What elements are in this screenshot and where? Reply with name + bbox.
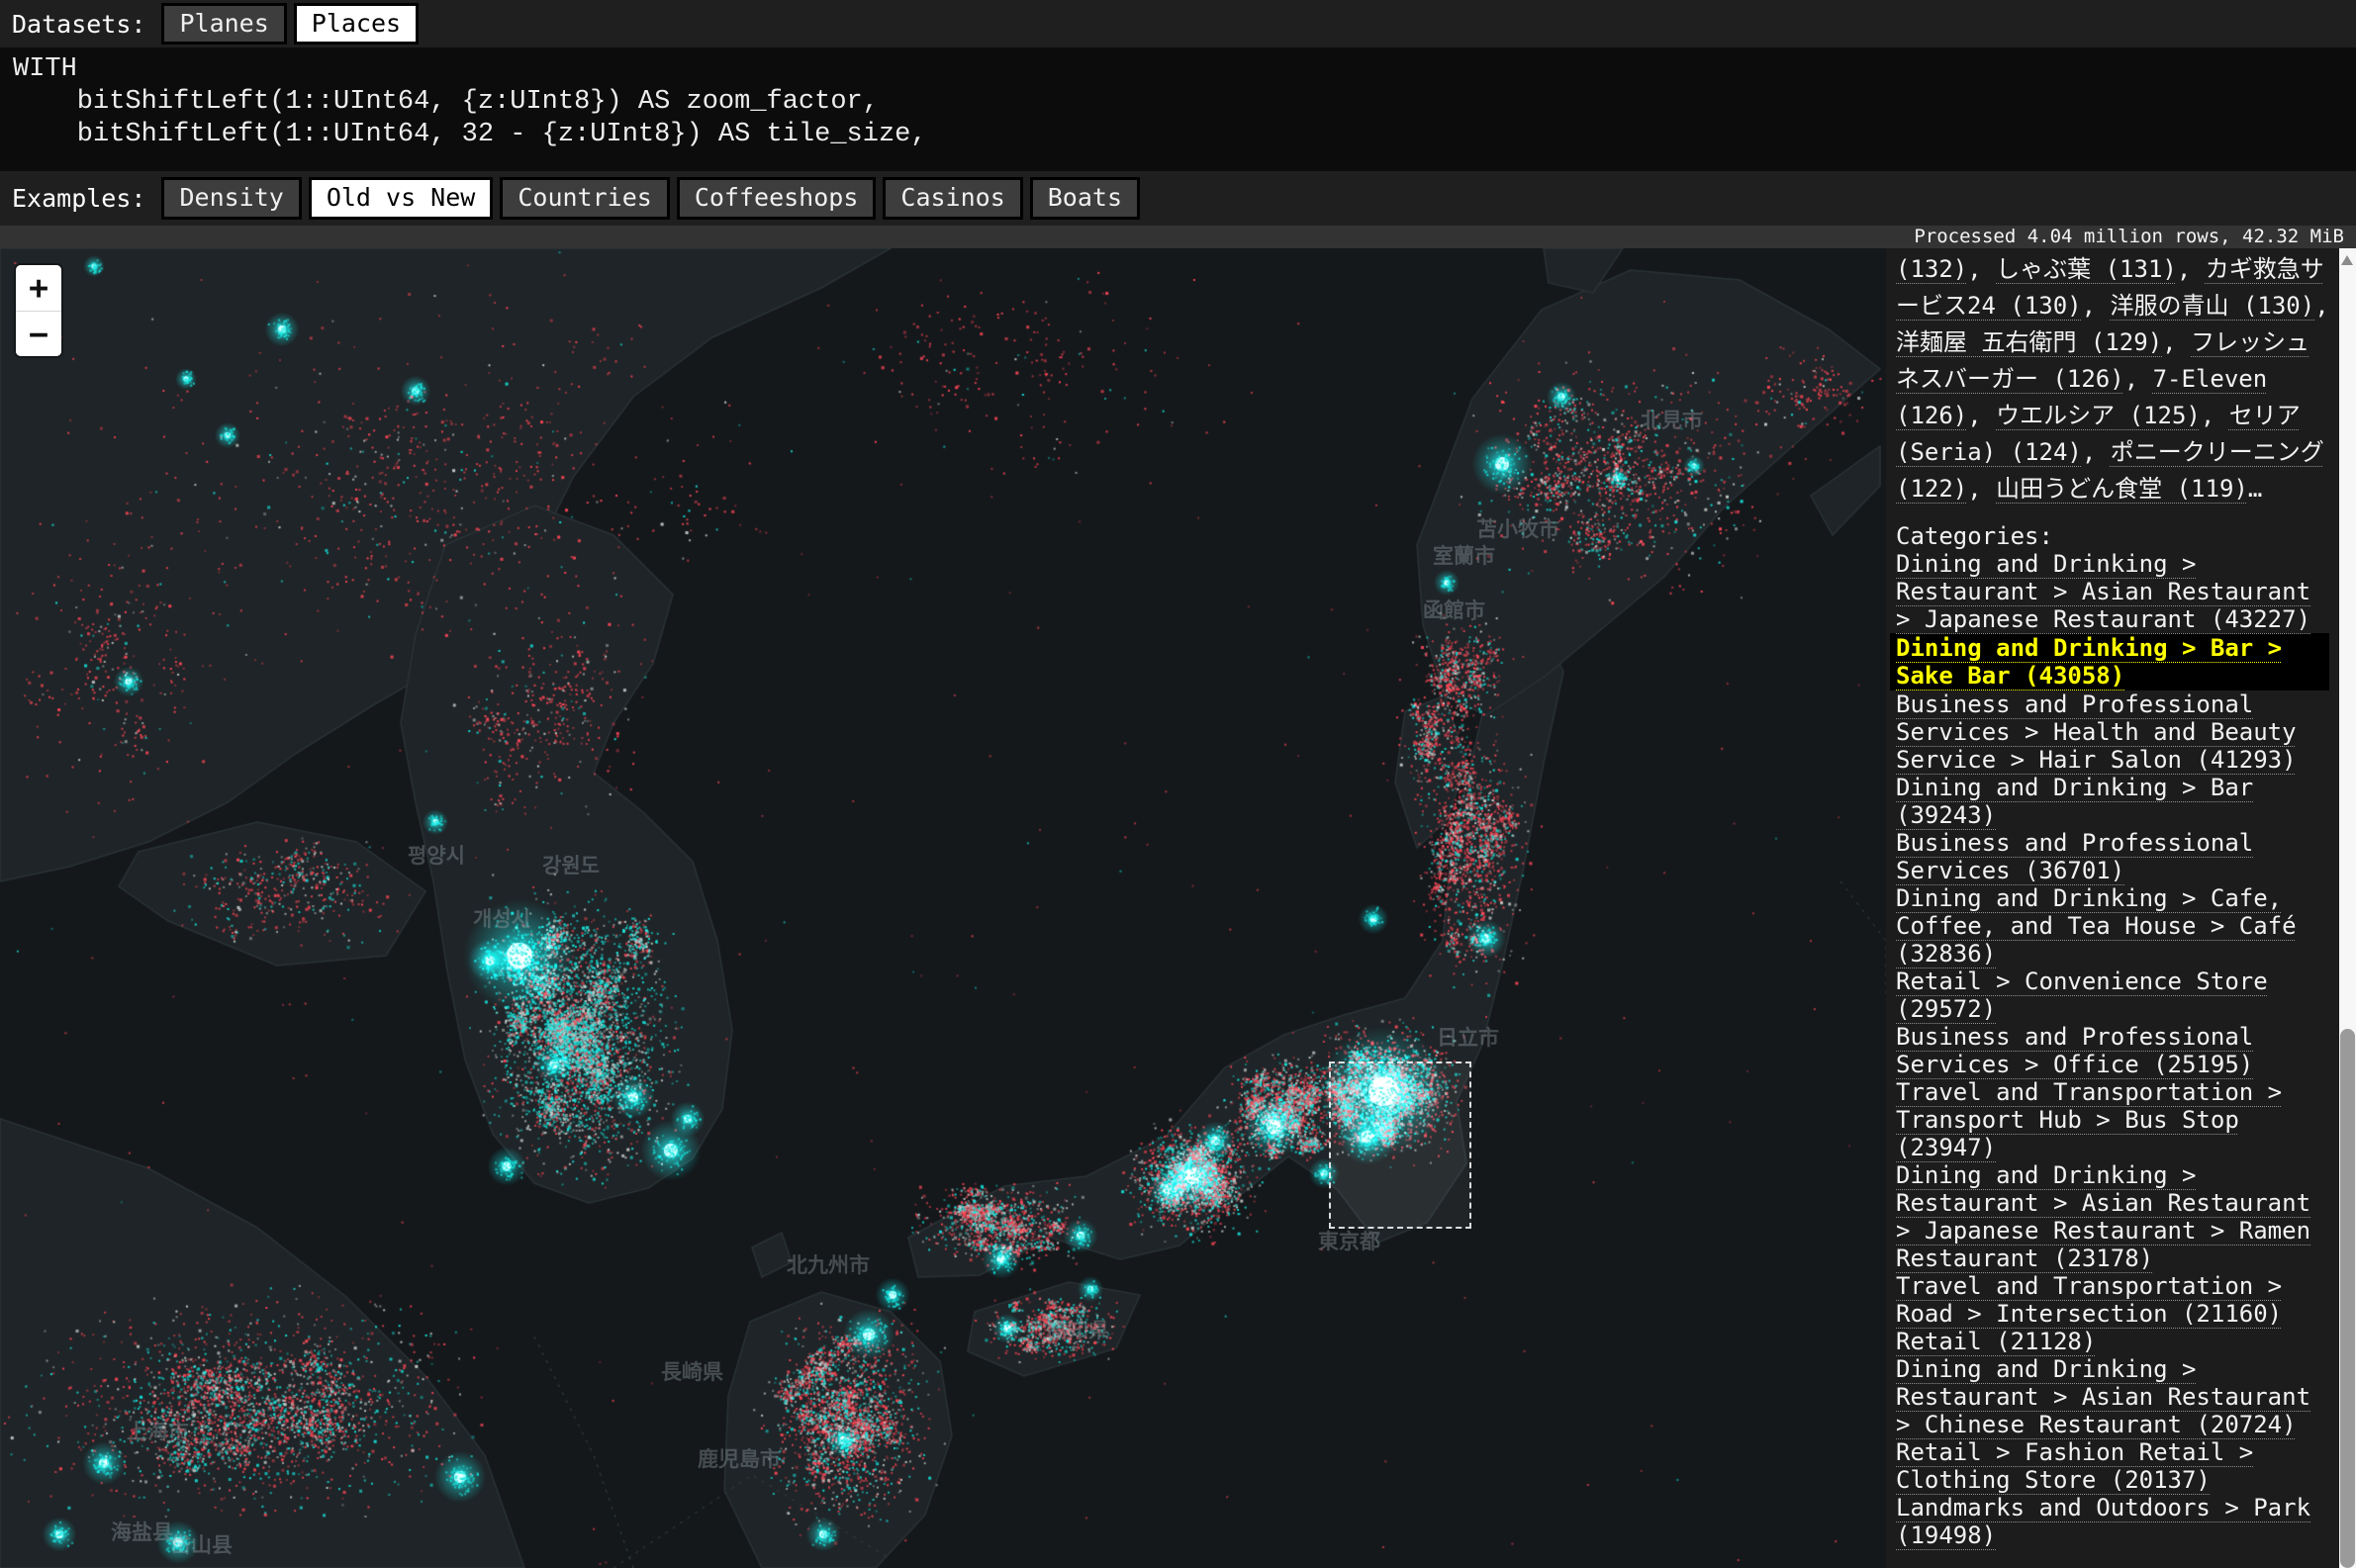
category-link[interactable]: Dining and Drinking > Bar (39243)	[1896, 774, 2329, 829]
brand-link[interactable]: ウエルシア (125)	[1996, 402, 2201, 429]
map[interactable]: 日立市東京都北九州市長崎県鹿児島市高知県苫小牧市室蘭市函館市北見市평양시개성시강…	[0, 248, 1886, 1568]
dataset-button-planes[interactable]: Planes	[161, 3, 286, 46]
map-selection-rectangle[interactable]	[1329, 1061, 1471, 1229]
scrollbar-up-arrow-icon[interactable]	[2341, 255, 2353, 265]
page-scrollbar[interactable]	[2339, 248, 2356, 1568]
map-zoom-control: + −	[16, 265, 61, 356]
example-button-coffeeshops[interactable]: Coffeeshops	[677, 177, 877, 220]
sql-query-editor[interactable]: WITH bitShiftLeft(1::UInt64, {z:UInt8}) …	[0, 47, 2356, 171]
dataset-button-places[interactable]: Places	[294, 3, 419, 46]
datasets-label: Datasets:	[12, 10, 145, 39]
brand-link[interactable]: 山田うどん食堂 (119)	[1996, 475, 2248, 503]
results-sidebar: (132), しゃぶ葉 (131), カギ救急サービス24 (130), 洋服の…	[1886, 248, 2339, 1568]
category-link[interactable]: Travel and Transportation > Transport Hu…	[1896, 1078, 2329, 1161]
category-link[interactable]: Business and Professional Services > Hea…	[1896, 691, 2329, 774]
category-link[interactable]: Business and Professional Services (3670…	[1896, 829, 2329, 884]
zoom-out-button[interactable]: −	[16, 311, 61, 356]
category-link[interactable]: Retail (21128)	[1896, 1328, 2329, 1355]
category-link[interactable]: Dining and Drinking > Restaurant > Asian…	[1896, 1161, 2329, 1272]
zoom-in-button[interactable]: +	[16, 265, 61, 311]
example-button-casinos[interactable]: Casinos	[883, 177, 1022, 220]
examples-bar: Examples: DensityOld vs NewCountriesCoff…	[0, 171, 2356, 226]
category-link[interactable]: Dining and Drinking > Cafe, Coffee, and …	[1896, 884, 2329, 968]
category-link[interactable]: Dining and Drinking > Restaurant > Asian…	[1896, 550, 2329, 633]
category-link[interactable]: Retail > Convenience Store (29572)	[1896, 968, 2329, 1023]
status-bar: Processed 4.04 million rows, 42.32 MiB	[0, 226, 2356, 248]
scrollbar-thumb[interactable]	[2340, 1029, 2355, 1568]
query-stats-text: Processed 4.04 million rows, 42.32 MiB	[1914, 226, 2344, 247]
brands-list: (132), しゃぶ葉 (131), カギ救急サービス24 (130), 洋服の…	[1896, 251, 2329, 507]
example-button-countries[interactable]: Countries	[500, 177, 669, 220]
categories-label: Categories:	[1896, 522, 2053, 550]
category-link[interactable]: Dining and Drinking > Bar > Sake Bar (43…	[1890, 633, 2329, 691]
brand-link[interactable]: (132)	[1896, 255, 1967, 283]
example-button-density[interactable]: Density	[161, 177, 301, 220]
example-button-group: DensityOld vs NewCountriesCoffeeshopsCas…	[161, 177, 1140, 220]
examples-label: Examples:	[12, 184, 145, 213]
example-button-old-vs-new[interactable]: Old vs New	[309, 177, 494, 220]
brand-link[interactable]: しゃぶ葉 (131)	[1996, 255, 2177, 283]
category-link[interactable]: Travel and Transportation > Road > Inter…	[1896, 1272, 2329, 1328]
brand-link[interactable]: 洋麺屋 五右衛門 (129)	[1896, 328, 2162, 356]
brand-link[interactable]: 洋服の青山 (130)	[2111, 292, 2315, 320]
category-link[interactable]: Business and Professional Services > Off…	[1896, 1023, 2329, 1078]
categories-list: Categories: Dining and Drinking > Restau…	[1896, 522, 2329, 1549]
map-canvas[interactable]	[0, 248, 1886, 1568]
datasets-bar: Datasets: PlanesPlaces	[0, 0, 2356, 47]
category-link[interactable]: Retail > Fashion Retail > Clothing Store…	[1896, 1438, 2329, 1494]
category-link[interactable]: Landmarks and Outdoors > Park (19498)	[1896, 1494, 2329, 1549]
category-link[interactable]: Dining and Drinking > Restaurant > Asian…	[1896, 1355, 2329, 1438]
dataset-button-group: PlanesPlaces	[161, 3, 419, 46]
example-button-boats[interactable]: Boats	[1030, 177, 1140, 220]
app: Datasets: PlanesPlaces WITH bitShiftLeft…	[0, 0, 2356, 1568]
